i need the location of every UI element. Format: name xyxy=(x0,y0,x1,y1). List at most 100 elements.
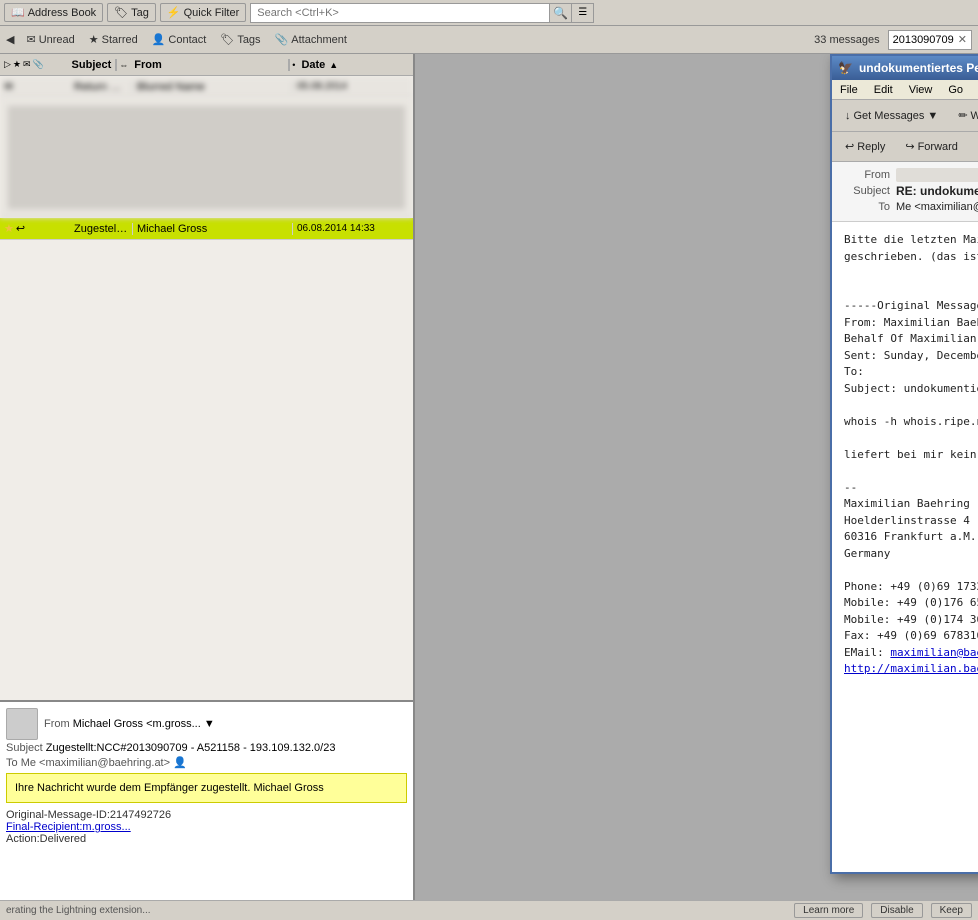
tb-get-messages-label: Get Messages xyxy=(854,110,925,122)
from-header-label: From xyxy=(134,59,162,71)
message-count: 33 messages xyxy=(814,34,879,46)
tb-command: whois -h whois.ripe.net AS | grep 4436 xyxy=(844,414,978,431)
tb-sig-name: Maximilian Baehring xyxy=(844,496,978,513)
tb-forward-label: Forward xyxy=(918,141,958,153)
tb-body-intro: Bitte die letzten Mails durchsehen, ich … xyxy=(844,232,978,265)
attachment-icon: 📎 xyxy=(275,33,289,46)
tb-subject-row: Subject RE: undokumentiertes Peering mit… xyxy=(840,184,978,198)
contact-icon: 👤 xyxy=(152,33,166,46)
quick-filter-button[interactable]: ⚡ Quick Filter xyxy=(160,3,246,22)
tags-icon: 🏷 xyxy=(220,33,234,46)
tb-subject-field: Subject: undokumentiertes Peering mit GT… xyxy=(844,381,978,398)
tb-sig-email-label: EMail: xyxy=(844,646,890,659)
tb-reply-button[interactable]: ↩ Reply xyxy=(836,135,894,159)
tb-write-button[interactable]: ✏ Write xyxy=(949,103,978,129)
menu-icon: ☰ xyxy=(578,7,587,18)
search-tag: 2013090709 ✕ xyxy=(888,30,972,50)
table-row[interactable]: ✉ Return Receipt (displayed) - NCC#20130… xyxy=(0,76,413,98)
tags-filter[interactable]: 🏷 Tags xyxy=(216,31,264,48)
starred-filter[interactable]: ★ Starred xyxy=(85,31,142,48)
nav-back-button[interactable]: ◀ xyxy=(6,33,14,46)
search-bar: 🔍 ☰ xyxy=(250,3,974,23)
search-button[interactable]: 🔍 xyxy=(550,3,572,23)
preview-from-label: From Michael Gross <m.gross... ▼ xyxy=(44,718,215,730)
tag-icon: 🏷 xyxy=(114,6,128,19)
tb-sig-email-link[interactable]: maximilian@baehring.at xyxy=(890,646,978,659)
tb-subject-value: RE: undokumentiertes Peering mit GTT xyxy=(896,184,978,198)
preview-body-text: Ihre Nachricht wurde dem Empfänger zuges… xyxy=(15,782,324,794)
tag-button[interactable]: 🏷 Tag xyxy=(107,3,156,22)
tb-from-label: From xyxy=(840,169,890,181)
search-input[interactable] xyxy=(250,3,550,23)
attachment-filter[interactable]: 📎 Attachment xyxy=(271,31,351,48)
tb-menu-edit[interactable]: Edit xyxy=(866,80,901,99)
unread-filter[interactable]: ✉ Unread xyxy=(22,31,78,48)
preview-subject-value: Zugestellt:NCC#2013090709 - A521158 - 19… xyxy=(46,742,336,754)
dropdown-icon[interactable]: ▼ xyxy=(204,718,215,730)
status-right: Learn more Disable Keep xyxy=(794,903,972,918)
preview-body: Ihre Nachricht wurde dem Empfänger zuges… xyxy=(6,773,407,803)
thread-icon: ▷ xyxy=(4,59,11,70)
from-expand-icon: ⇔ xyxy=(119,60,128,70)
tb-sig-city: 60316 Frankfurt a.M. xyxy=(844,529,978,546)
tb-to-row: To Me <maximilian@baehring.at> 👤 xyxy=(840,200,978,213)
preview-from-value: Michael Gross <m.gross... xyxy=(73,718,201,730)
subject-header-label: Subject xyxy=(72,59,112,71)
keep-button[interactable]: Keep xyxy=(931,903,972,918)
clear-search-button[interactable]: ✕ xyxy=(958,33,967,46)
tb-sig-separator: -- xyxy=(844,480,978,497)
table-row[interactable] xyxy=(0,98,413,218)
tb-menu-message[interactable]: Message xyxy=(971,80,978,99)
address-book-label: Address Book xyxy=(28,7,96,19)
tb-sig-street: Hoelderlinstrasse 4 xyxy=(844,513,978,530)
read-col-icon: ✉ xyxy=(23,59,31,70)
star-filter-icon: ★ xyxy=(89,33,99,46)
attachment-label: Attachment xyxy=(291,34,347,46)
message-list: ✉ Return Receipt (displayed) - NCC#20130… xyxy=(0,76,413,700)
disable-button[interactable]: Disable xyxy=(871,903,922,918)
date-col-header[interactable]: Date ▲ xyxy=(297,59,413,71)
unread-icon: ✉ xyxy=(26,33,35,46)
tb-titlebar: 🦅 undokumentiertes Peering mit GTT - Moz… xyxy=(832,56,978,80)
tb-sig-mobile1: Mobile: +49 (0)176 65605075 xyxy=(844,595,978,612)
tb-original-from: From: Maximilian Baehring [mailto:maximi… xyxy=(844,315,978,332)
tb-write-label: Write xyxy=(971,110,978,122)
tb-original-separator: -----Original Message----- xyxy=(844,298,978,315)
top-toolbar: 📖 Address Book 🏷 Tag ⚡ Quick Filter 🔍 ☰ xyxy=(0,0,978,26)
contact-filter[interactable]: 👤 Contact xyxy=(148,31,211,48)
tb-to-value: Me <maximilian@baehring.at> xyxy=(896,201,978,213)
tb-archive-button[interactable]: 📁 Archive xyxy=(969,135,978,159)
table-row[interactable]: ★ ↩ Zugestellt:NCC#2013090709 - A521158 … xyxy=(0,218,413,240)
subject-label: Subject xyxy=(6,742,43,754)
menu-button[interactable]: ☰ xyxy=(572,3,594,23)
tb-sig-phone: Phone: +49 (0)69 17320776 xyxy=(844,579,978,596)
tb-forward-button[interactable]: ↪ Forward xyxy=(896,135,967,159)
row-subject: Zugestellt:NCC#2013090709 - A521158 - 19… xyxy=(70,223,133,235)
filter-buttons: ✉ Unread ★ Starred 👤 Contact 🏷 Tags 📎 At… xyxy=(22,31,350,48)
star-col-icon: ★ xyxy=(13,59,21,70)
tb-get-messages-button[interactable]: ↓ Get Messages ▼ xyxy=(836,103,947,129)
address-book-button[interactable]: 📖 Address Book xyxy=(4,3,103,22)
icons-col-header: ▷ ★ ✉ 📎 xyxy=(0,59,68,70)
tb-menu-go[interactable]: Go xyxy=(940,80,971,99)
tb-menubar: File Edit View Go Message Enigmail xyxy=(832,80,978,100)
tb-menu-view[interactable]: View xyxy=(901,80,941,99)
date-expand-icon: • xyxy=(292,60,295,70)
tb-sig-web-link[interactable]: http://maximilian.baehring.at/ xyxy=(844,662,978,675)
tb-forward-icon: ↪ xyxy=(905,140,914,153)
tb-write-icon: ✏ xyxy=(958,109,967,122)
status-text: erating the Lightning extension... xyxy=(6,905,151,916)
row-from: Michael Gross xyxy=(133,223,293,235)
tb-to-field: To: xyxy=(844,364,978,381)
preview-pane: From Michael Gross <m.gross... ▼ Subject… xyxy=(0,700,413,900)
final-recipient-link[interactable]: Final-Recipient:m.gross... xyxy=(6,821,131,833)
tb-toolbar-2: ↩ Reply ↪ Forward 📁 Archive 🚫 Junk 🗑 xyxy=(832,132,978,162)
tb-menu-file[interactable]: File xyxy=(832,80,866,99)
from-col-header[interactable]: From xyxy=(130,59,290,71)
learn-more-button[interactable]: Learn more xyxy=(794,903,863,918)
subject-col-header[interactable]: Subject xyxy=(68,59,118,71)
preview-details: Original-Message-ID:2147492726 Final-Rec… xyxy=(6,809,407,845)
tb-to-label: To xyxy=(840,201,890,213)
tb-toolbar-1: ↓ Get Messages ▼ ✏ Write 💬 Chat 👤 Addres… xyxy=(832,100,978,132)
preview-from-row: From Michael Gross <m.gross... ▼ xyxy=(6,708,407,740)
